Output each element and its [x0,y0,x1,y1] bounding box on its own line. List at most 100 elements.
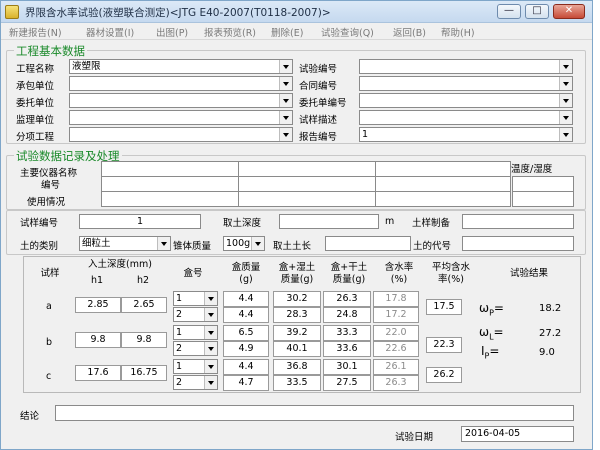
report-number-label: 报告编号 [299,132,338,143]
row-b-box2-value: 2 [176,343,183,354]
menu-bar: 新建报告(N) 器材设置(I) 出图(P) 报表预览(R) 删除(E) 试验查询… [1,23,592,40]
temp-cell-2[interactable] [512,191,574,207]
instrument-cell-2[interactable] [238,161,376,177]
instrument-cell-1[interactable] [101,161,239,177]
row-b-box1-dry[interactable]: 33.3 [323,325,371,341]
app-icon [5,5,19,19]
menu-help[interactable]: 帮助(H) [441,25,475,39]
usage-cell-2[interactable] [238,191,376,207]
row-c-box2-dry[interactable]: 27.5 [323,375,371,391]
menu-query[interactable]: 试验查询(Q) [321,25,374,39]
row-b-box2-dry[interactable]: 33.6 [323,341,371,357]
close-button[interactable]: ✕ [553,4,585,19]
temp-cell-1[interactable] [512,176,574,192]
preparation-label: 土样制备 [412,218,451,229]
row-a-h2[interactable]: 2.65 [121,297,167,313]
menu-back[interactable]: 返回(B) [393,25,426,39]
chevron-down-icon [204,342,217,355]
entrust-number-select[interactable] [359,93,573,108]
test-date-input[interactable]: 2016-04-05 [461,426,574,442]
row-b-h1[interactable]: 9.8 [75,332,121,348]
depth-input[interactable] [279,214,379,229]
row-c-box1-dry[interactable]: 30.1 [323,359,371,375]
row-a-box2-dry[interactable]: 24.8 [323,307,371,323]
row-a-box1-dry[interactable]: 26.3 [323,291,371,307]
temperature-humidity-label: 温度/湿度 [511,164,553,175]
row-c-box1-wet[interactable]: 36.8 [273,359,321,375]
conclusion-input[interactable] [55,405,574,421]
usage-cell-3[interactable] [375,191,511,207]
row-c-box2-mass[interactable]: 4.7 [223,375,269,391]
project-name-select[interactable]: 液塑限 [69,59,293,74]
cone-mass-select[interactable]: 100g [223,236,265,251]
row-c-h2[interactable]: 16.75 [121,365,167,381]
client-select[interactable] [69,93,293,108]
sample-number-input[interactable]: 1 [79,214,201,229]
subitem-select[interactable] [69,127,293,142]
row-c-box1-mass[interactable]: 4.4 [223,359,269,375]
row-a-box2-select[interactable]: 2 [173,307,218,322]
row-c-h1[interactable]: 17.6 [75,365,121,381]
report-number-select[interactable]: 1 [359,127,573,142]
row-a-box1-mass[interactable]: 4.4 [223,291,269,307]
row-b-h2[interactable]: 9.8 [121,332,167,348]
main-window: 界限含水率试验(液塑联合测定)<JTG E40-2007(T0118-2007)… [0,0,593,450]
row-b-box2-mass[interactable]: 4.9 [223,341,269,357]
sample-desc-label: 试样描述 [299,115,338,126]
sample-desc-select[interactable] [359,110,573,125]
row-a-box2-wet[interactable]: 28.3 [273,307,321,323]
row-c-box1-select[interactable]: 1 [173,359,218,374]
menu-chart[interactable]: 出图(P) [156,25,188,39]
soil-type-select[interactable]: 细粒土 [79,236,171,251]
menu-equipment[interactable]: 器材设置(I) [86,25,134,39]
col-box-mass-header: 盒质量 [231,262,261,273]
preparation-input[interactable] [462,214,574,229]
result-ip-value: 9.0 [539,347,555,358]
row-b-box1-mass[interactable]: 6.5 [223,325,269,341]
row-b-box2-wet[interactable]: 40.1 [273,341,321,357]
usage-cell-1[interactable] [101,191,239,207]
test-number-select[interactable] [359,59,573,74]
depth-label: 取土深度 [223,218,262,229]
row-a-h1[interactable]: 2.85 [75,297,121,313]
soil-type-value: 细粒土 [82,238,111,249]
row-c-box2-select[interactable]: 2 [173,375,218,390]
instrument-cell-4[interactable] [101,176,239,192]
row-a-avg-moisture: 17.5 [426,299,462,315]
chevron-down-icon [559,94,572,107]
contract-number-select[interactable] [359,76,573,91]
menu-delete[interactable]: 删除(E) [271,25,303,39]
instrument-cell-5[interactable] [238,176,376,192]
row-b-box1-select[interactable]: 1 [173,325,218,340]
contractor-select[interactable] [69,76,293,91]
row-b-box1-wet[interactable]: 39.2 [273,325,321,341]
result-wp-value: 18.2 [539,303,562,314]
result-wl-symbol: ω [479,325,490,339]
supervisor-select[interactable] [69,110,293,125]
col-dry-header: 盒+干土 [330,262,368,273]
soil-code-input[interactable] [462,236,574,251]
chevron-down-icon [251,237,264,250]
menu-new-report[interactable]: 新建报告(N) [9,25,62,39]
depth-unit: m [385,216,395,227]
instrument-number-label: 编号 [41,180,61,191]
menu-preview[interactable]: 报表预览(R) [204,25,256,39]
row-b-box2-select[interactable]: 2 [173,341,218,356]
row-c-box2-wet[interactable]: 33.5 [273,375,321,391]
minimize-button[interactable]: — [497,4,521,19]
project-name-value: 液塑限 [72,61,101,72]
result-wp: ωP= [479,301,504,318]
client-label: 委托单位 [16,98,55,109]
row-a-box1-wet[interactable]: 30.2 [273,291,321,307]
maximize-button[interactable]: □ [525,4,549,19]
instrument-cell-6[interactable] [375,176,511,192]
row-a-box2-mass[interactable]: 4.4 [223,307,269,323]
chainage-input[interactable] [325,236,411,251]
row-a-box1-select[interactable]: 1 [173,291,218,306]
report-number-value: 1 [362,129,369,140]
title-bar: 界限含水率试验(液塑联合测定)<JTG E40-2007(T0118-2007)… [1,1,592,23]
instrument-cell-3[interactable] [375,161,511,177]
row-b-avg-moisture: 22.3 [426,337,462,353]
row-a-box2-value: 2 [176,309,183,320]
col-sample-header: 试样 [40,268,60,279]
